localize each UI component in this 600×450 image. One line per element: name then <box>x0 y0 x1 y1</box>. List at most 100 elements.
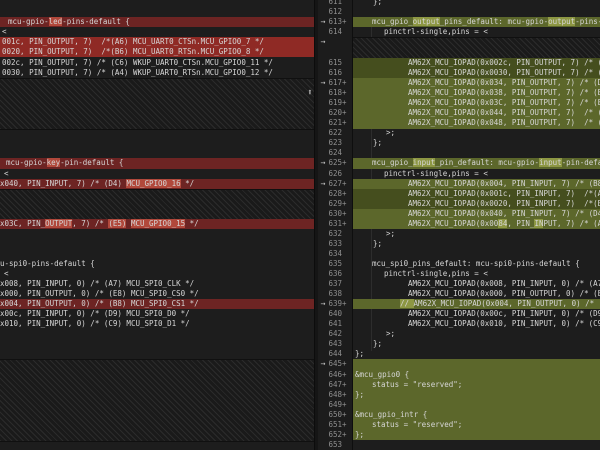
code-line: 002c, PIN_OUTPUT, 7) /* (C6) WKUP_UART0_… <box>0 58 314 68</box>
line-number: 649+ <box>318 400 352 410</box>
inline-diff-highlight: MCU_GPIO0_16 <box>126 179 180 188</box>
added-line-marker: + <box>342 370 350 381</box>
inline-diff-highlight: output <box>413 17 440 26</box>
line-number: 644 <box>318 349 352 359</box>
line-number: 640 <box>318 309 352 319</box>
code-line: // AM62X_MCU_IOPAD(0x004, PIN_OUTPUT, 0)… <box>353 299 600 309</box>
inline-diff-highlight: OUTPUT <box>45 219 72 228</box>
right-code-pane[interactable]: };mcu_gpio_output_pins_default: mcu-gpio… <box>352 0 600 450</box>
added-line-marker: + <box>342 219 350 230</box>
added-line-marker: + <box>342 189 350 200</box>
code-line: 0020, PIN_OUTPUT, 7) /*(B6) MCU_UART0_RT… <box>0 47 314 57</box>
inline-diff-highlight: MCU_GPIO0_15 <box>131 219 185 228</box>
code-line: &mcu_gpio0 { <box>353 370 600 380</box>
code-line <box>353 359 600 369</box>
code-line: status = "reserved"; <box>353 420 600 430</box>
added-line-marker: + <box>342 400 350 411</box>
line-number: 628+ <box>318 189 352 199</box>
merge-arrow-icon[interactable]: → <box>318 299 329 309</box>
code-line: AM62X_MCU_IOPAD(0x010, PIN_INPUT, 0) /* … <box>353 319 600 329</box>
code-line: >; <box>353 329 600 339</box>
line-number: 616 <box>318 68 352 78</box>
line-number: 612 <box>318 7 352 17</box>
code-line: }; <box>353 349 600 359</box>
code-line: AM62X_MCU_IOPAD(0x038, PIN_OUTPUT, 7) /*… <box>353 88 600 98</box>
scroll-up-icon[interactable]: ⬆ <box>304 87 316 99</box>
merge-arrow-icon[interactable]: → <box>318 179 329 189</box>
line-number: 618+ <box>318 88 352 98</box>
line-number: 634 <box>318 249 352 259</box>
filler-hatch <box>0 78 314 130</box>
added-line-marker: + <box>342 209 350 220</box>
line-number: 623 <box>318 138 352 148</box>
code-line: >; <box>353 229 600 239</box>
inline-diff-highlight: 84 <box>498 219 507 228</box>
merge-arrow-icon[interactable]: → <box>318 359 329 369</box>
inline-diff-highlight: output <box>548 17 575 26</box>
code-line: < <box>0 269 314 279</box>
code-line: status = "reserved"; <box>353 380 600 390</box>
added-line-marker: + <box>342 410 350 421</box>
code-line: }; <box>353 430 600 440</box>
line-number: 615 <box>318 58 352 68</box>
left-code-pane[interactable]: mcu-gpio-led-pins-default { <001c, PIN_OU… <box>0 0 315 450</box>
diff-viewer-window: mcu-gpio-led-pins-default { <001c, PIN_OU… <box>0 0 600 450</box>
code-line: AM62X_MCU_IOPAD(0x001c, PIN_INPUT, 7) /*… <box>353 189 600 199</box>
filler-hatch <box>0 189 314 221</box>
merge-arrow-icon[interactable]: → <box>318 78 329 88</box>
code-line: x010, PIN_INPUT, 0) /* (C9) MCU_SPI0_D1 … <box>0 319 314 329</box>
line-number: 624 <box>318 148 352 158</box>
code-line: < <box>0 169 314 179</box>
diff-gutter: 611612613+614615616617+618+619+620+621+6… <box>318 0 352 450</box>
code-line: 0030, PIN_OUTPUT, 7) /* (A4) WKUP_UART0_… <box>0 68 314 78</box>
code-line: x000, PIN_OUTPUT, 0) /* (E8) MCU_SPI0_CS… <box>0 289 314 299</box>
code-line: AM62X_MCU_IOPAD(0x0030, PIN_OUTPUT, 7) /… <box>353 68 600 78</box>
line-number: 622 <box>318 128 352 138</box>
code-line: }; <box>353 0 600 7</box>
line-number: 650+ <box>318 410 352 420</box>
merge-arrow-icon[interactable]: → <box>318 158 329 168</box>
line-number: 653 <box>318 440 352 450</box>
filler-hatch <box>0 359 314 441</box>
added-line-marker: + <box>342 359 350 370</box>
added-line-marker: + <box>342 78 350 89</box>
code-line: x040, PIN_INPUT, 7) /* (D4) MCU_GPIO0_16… <box>0 179 314 189</box>
added-line-marker: + <box>342 98 350 109</box>
line-number: 629+ <box>318 199 352 209</box>
code-line: AM62X_MCU_IOPAD(0x00c, PIN_INPUT, 0) /* … <box>353 309 600 319</box>
inline-diff-highlight: led <box>49 17 63 26</box>
code-line: AM62X_MCU_IOPAD(0x03C, PIN_OUTPUT, 7) /*… <box>353 98 600 108</box>
line-number: 641 <box>318 319 352 329</box>
filler-hatch <box>353 37 600 60</box>
line-number: 631+ <box>318 219 352 229</box>
added-line-marker: + <box>342 118 350 129</box>
code-line: x00c, PIN_INPUT, 0) /* (D9) MCU_SPI0_D0 … <box>0 309 314 319</box>
code-line: AM62X_MCU_IOPAD(0x004, PIN_INPUT, 7) /* … <box>353 179 600 189</box>
line-number: 626 <box>318 169 352 179</box>
code-line: x03C, PIN_OUTPUT, 7) /* (E5) MCU_GPIO0_1… <box>0 219 314 229</box>
merge-arrow-icon[interactable]: → <box>318 37 329 47</box>
inline-diff-highlight: (E5) <box>108 219 126 228</box>
code-line: >; <box>353 128 600 138</box>
code-line: }; <box>353 390 600 400</box>
inline-diff-highlight: input <box>413 158 436 167</box>
added-line-marker: + <box>342 299 350 310</box>
code-line: pinctrl-single,pins = < <box>353 169 600 179</box>
code-line: AM62X_MCU_IOPAD(0x048, PIN_OUTPUT, 7) /*… <box>353 118 600 128</box>
merge-arrow-icon[interactable]: → <box>318 17 329 27</box>
line-number: 642 <box>318 329 352 339</box>
line-number: 620+ <box>318 108 352 118</box>
code-line: AM62X_MCU_IOPAD(0x008, PIN_INPUT, 0) /* … <box>353 279 600 289</box>
code-line: mcu-gpio-key-pin-default { <box>0 158 314 168</box>
line-number: 638 <box>318 289 352 299</box>
line-number: 643 <box>318 339 352 349</box>
line-number: 652+ <box>318 430 352 440</box>
code-line: AM62X_MCU_IOPAD(0x000, PIN_OUTPUT, 0) /*… <box>353 289 600 299</box>
line-number: 614 <box>318 27 352 37</box>
code-line: AM62X_MCU_IOPAD(0x034, PIN_OUTPUT, 7) /*… <box>353 78 600 88</box>
code-line: mcu-gpio-led-pins-default { <box>0 17 314 27</box>
code-line: 001c, PIN_OUTPUT, 7) /*(A6) MCU_UART0_CT… <box>0 37 314 47</box>
code-line: pinctrl-single,pins = < <box>353 269 600 279</box>
inline-diff-highlight: key <box>47 158 61 167</box>
line-number: 630+ <box>318 209 352 219</box>
